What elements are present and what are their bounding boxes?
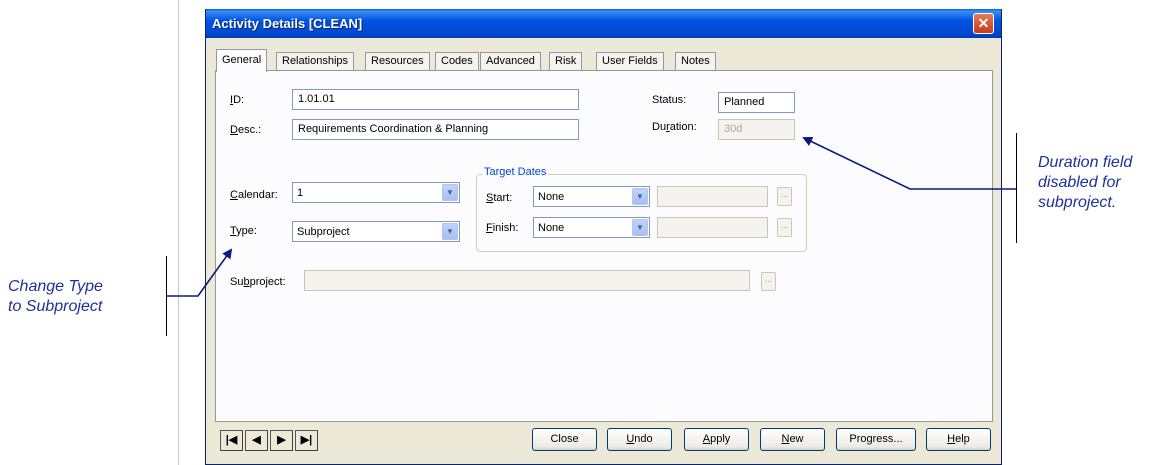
finish-label: Finish: [486,222,519,234]
finish-date-field [657,217,768,238]
calendar-value: 1 [297,187,304,199]
right-annotation: Duration field disabled for subproject. [1038,153,1167,213]
type-label: Type: [230,225,257,237]
chevron-down-icon[interactable]: ▼ [632,188,648,205]
tab-notes[interactable]: Notes [675,52,716,71]
right-annotation-line-3: subproject. [1038,194,1117,211]
last-record-button[interactable]: ▶| [295,430,318,451]
last-icon: ▶| [300,434,313,446]
apply-button[interactable]: Apply [684,428,749,451]
start-value: None [538,191,565,203]
tab-relationships[interactable]: Relationships [276,52,355,71]
chevron-down-icon[interactable]: ▼ [442,223,458,240]
first-record-button[interactable]: |◀ [220,430,243,451]
close-button[interactable]: Close [532,428,597,451]
start-date-picker-button: ... [777,187,792,206]
desc-field[interactable]: Requirements Coordination & Planning [292,119,579,140]
left-annotation-line-1: Change Type [8,278,103,295]
right-callout-bar [1016,133,1017,243]
tab-general[interactable]: General [216,49,268,72]
tab-codes[interactable]: Codes [435,52,479,71]
type-select[interactable]: Subproject ▼ [292,221,460,242]
start-select[interactable]: None ▼ [533,186,650,207]
tab-strip: General Relationships Resources Codes Ad… [216,49,996,72]
duration-field: 30d [718,119,795,140]
tab-risk[interactable]: Risk [549,52,583,71]
help-button[interactable]: Help [926,428,991,451]
calendar-select[interactable]: 1 ▼ [292,182,460,203]
subproject-field [304,270,750,291]
previous-record-button[interactable]: ◀ [245,430,268,451]
subproject-label: Subproject: [230,276,286,288]
tab-resources[interactable]: Resources [365,52,430,71]
chevron-down-icon[interactable]: ▼ [632,219,648,236]
finish-value: None [538,222,565,234]
subproject-picker-button: ... [761,272,776,291]
next-icon: ▶ [277,434,286,446]
next-record-button[interactable]: ▶ [270,430,293,451]
desc-label: Desc.: [230,124,262,136]
id-label: ID: [230,94,245,106]
page-guide-line [178,0,179,465]
left-annotation-line-2: to Subproject [8,298,103,315]
left-annotation: Change Type to Subproject [8,277,158,317]
status-field: Planned [718,92,795,113]
progress-button[interactable]: Progress... [836,428,916,451]
status-label: Status: [652,94,687,106]
right-annotation-line-1: Duration field [1038,154,1133,171]
target-dates-title: Target Dates [482,166,549,178]
finish-select[interactable]: None ▼ [533,217,650,238]
right-annotation-line-2: disabled for [1038,174,1121,191]
first-icon: |◀ [225,434,238,446]
close-window-button[interactable]: ✕ [973,13,994,34]
type-value: Subproject [297,226,350,238]
id-field[interactable]: 1.01.01 [292,89,579,110]
undo-button[interactable]: Undo [607,428,672,451]
finish-date-picker-button: ... [777,218,792,237]
start-label: Start: [486,192,513,204]
left-callout-bar [166,256,167,336]
close-icon: ✕ [977,15,990,31]
start-date-field [657,186,768,207]
new-button[interactable]: New [760,428,825,451]
title-bar[interactable]: Activity Details [CLEAN] ✕ [206,9,1001,38]
chevron-down-icon[interactable]: ▼ [442,184,458,201]
tab-user-fields[interactable]: User Fields [596,52,664,71]
calendar-label: Calendar: [230,189,278,201]
window-title: Activity Details [CLEAN] [212,16,363,31]
tab-advanced[interactable]: Advanced [480,52,541,71]
duration-label: Duration: [652,121,697,133]
previous-icon: ◀ [252,434,261,446]
